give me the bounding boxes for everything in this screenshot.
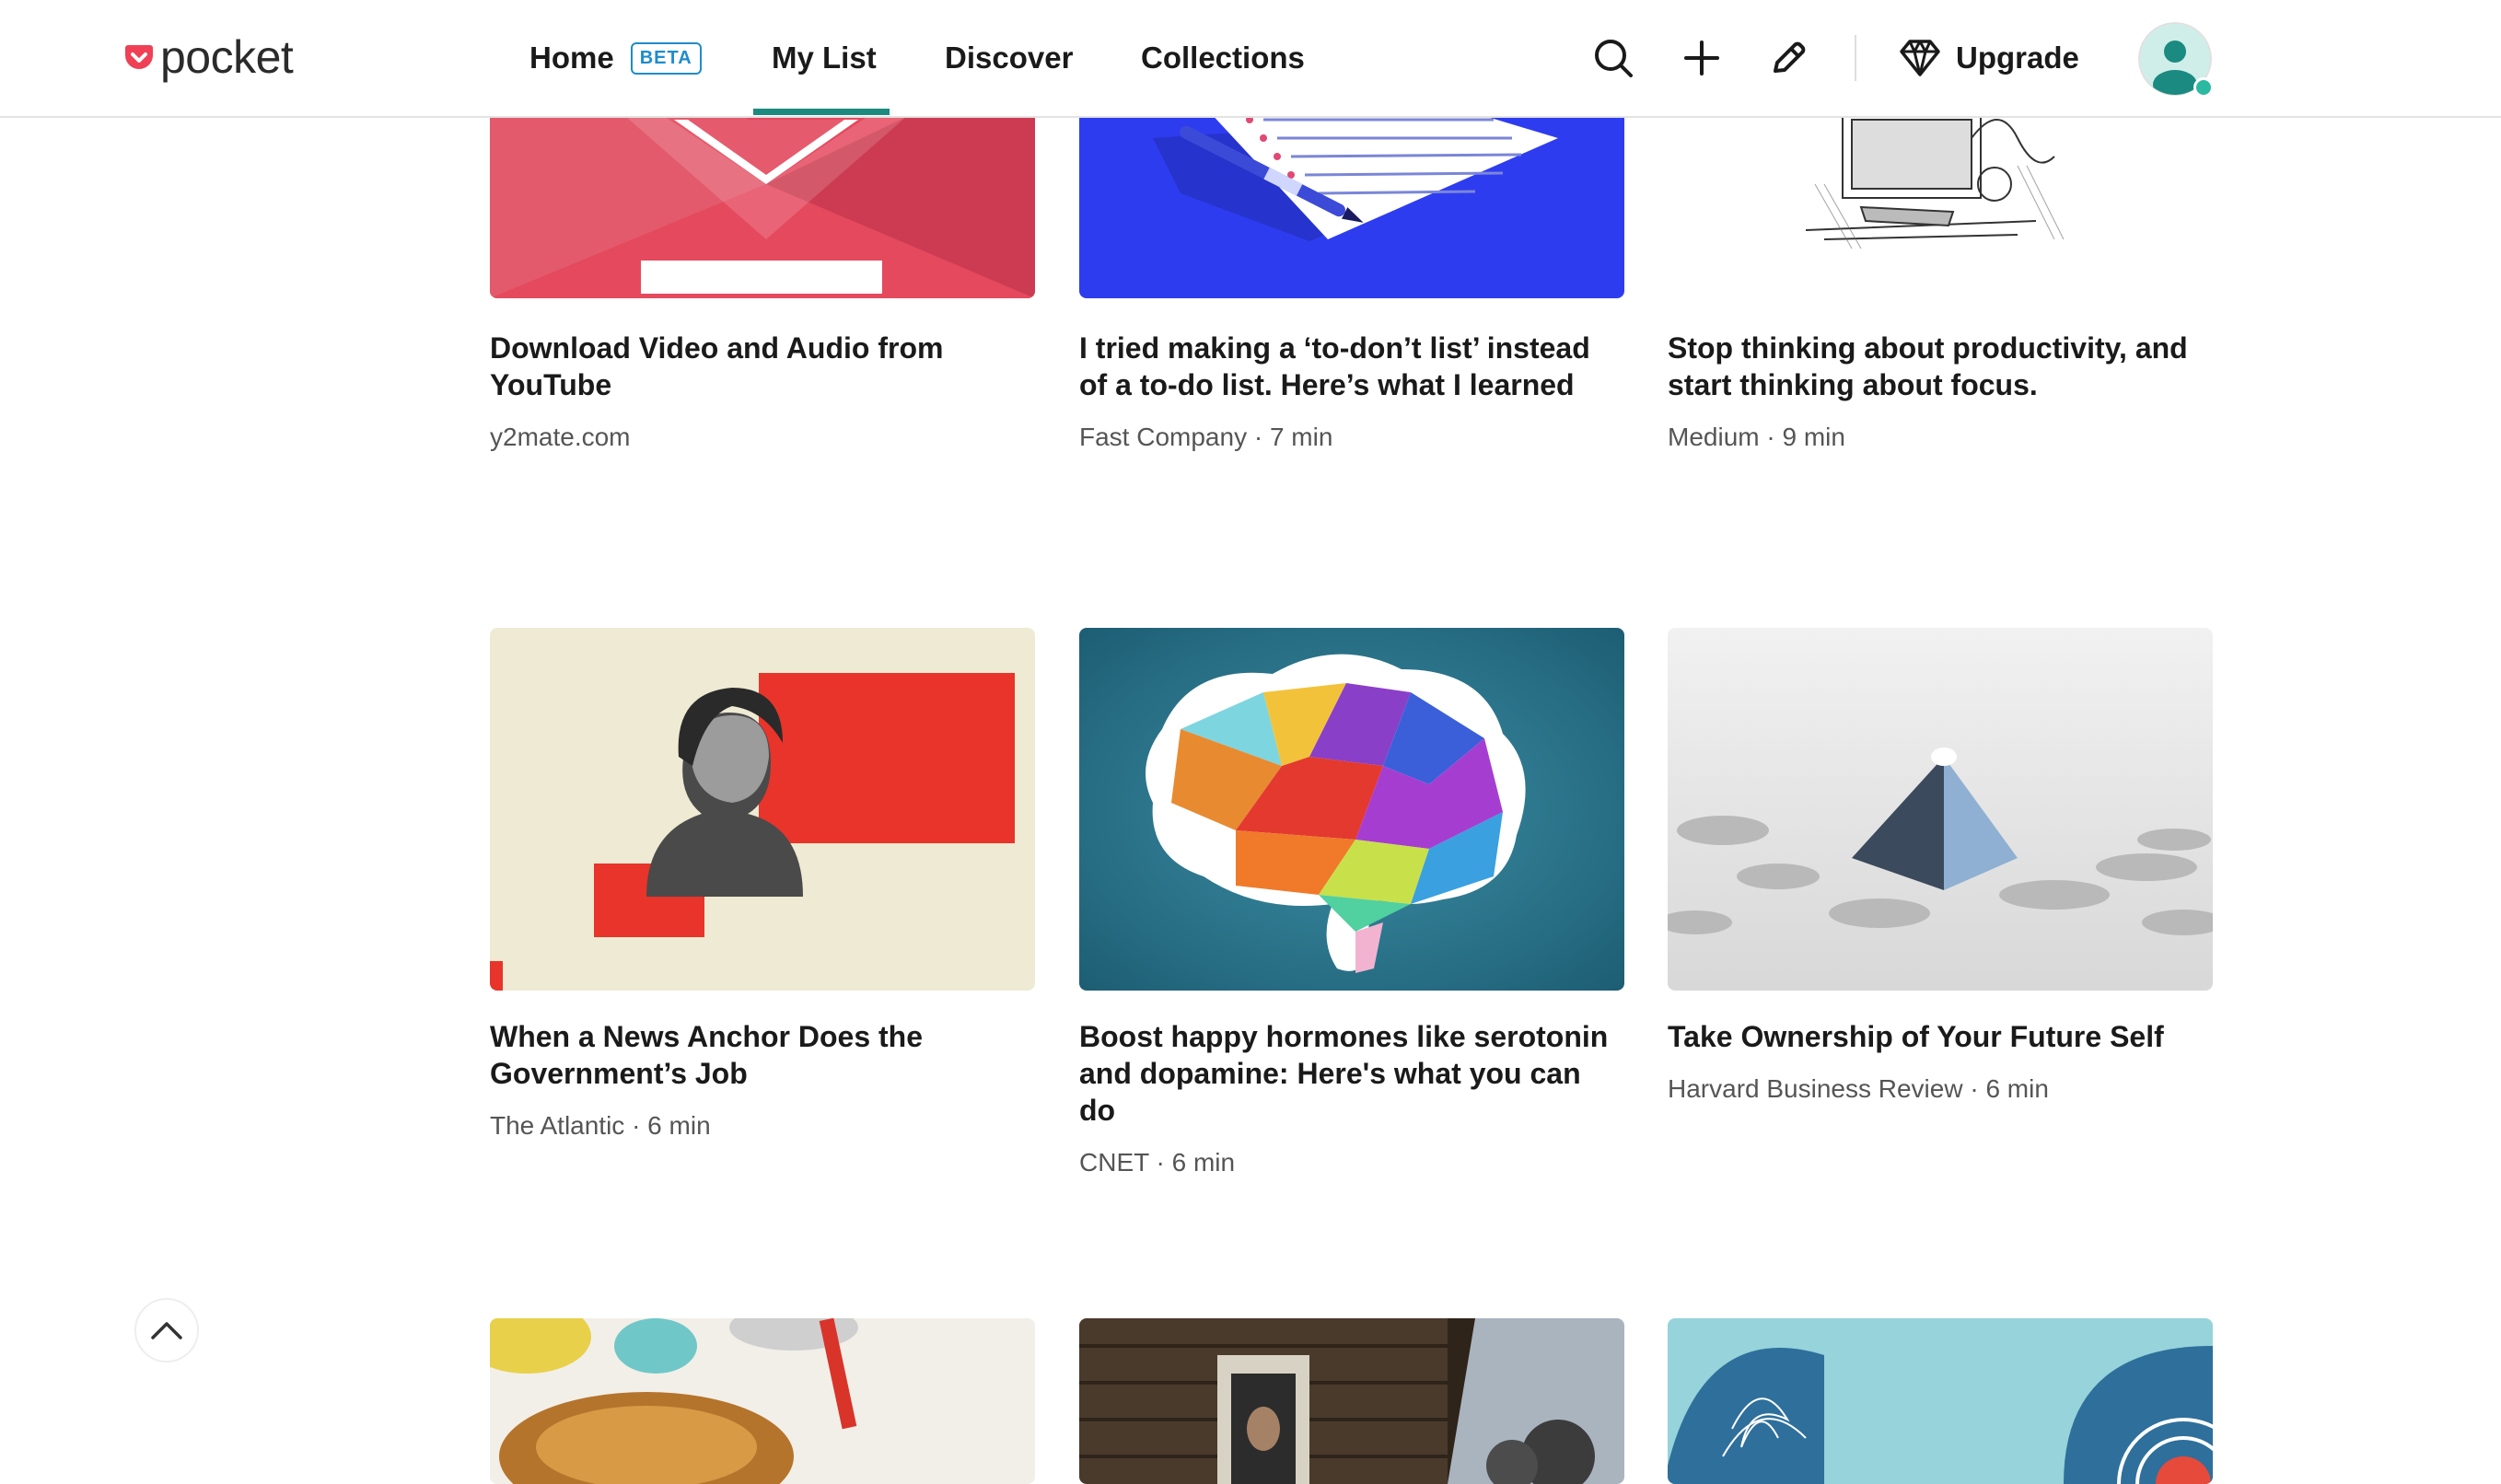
online-status-dot — [2193, 77, 2214, 98]
article-card[interactable]: Boost happy hormones like serotonin and … — [1079, 628, 1624, 1180]
article-meta: Harvard Business Review · 6 min — [1668, 1074, 2049, 1103]
article-card[interactable] — [1079, 1318, 1624, 1484]
article-title[interactable]: When a News Anchor Does the Government’s… — [490, 1018, 1035, 1092]
article-thumbnail — [1079, 1318, 1624, 1484]
article-card[interactable]: Take Ownership of Your Future Self Harva… — [1668, 628, 2213, 1143]
nav-my-list-label: My List — [772, 41, 877, 75]
nav-home-label: Home — [529, 41, 614, 75]
chevron-up-icon — [151, 1322, 182, 1339]
nav-discover[interactable]: Discover — [945, 0, 1073, 116]
article-meta: y2mate.com — [490, 423, 631, 451]
article-thumbnail — [490, 1318, 1035, 1484]
article-title[interactable]: Take Ownership of Your Future Self — [1668, 1018, 2213, 1055]
pocket-logo-icon — [125, 45, 153, 69]
scroll-to-top-button[interactable] — [134, 1298, 199, 1362]
header-divider — [1855, 35, 1856, 81]
article-thumbnail — [1668, 1318, 2213, 1484]
top-navigation-bar: pocket Home BETA My List Discover Collec… — [0, 0, 2501, 118]
article-title[interactable]: Stop thinking about productivity, and st… — [1668, 330, 2213, 403]
nav-home[interactable]: Home BETA — [529, 0, 702, 116]
diamond-icon — [1900, 40, 1940, 76]
article-thumbnail — [1079, 628, 1624, 991]
search-button[interactable] — [1586, 30, 1641, 86]
article-thumbnail — [490, 628, 1035, 991]
logo-text: pocket — [160, 31, 294, 83]
article-thumbnail — [1668, 628, 2213, 991]
article-card[interactable]: When a News Anchor Does the Government’s… — [490, 628, 1035, 1143]
nav-discover-label: Discover — [945, 41, 1074, 75]
article-card[interactable] — [490, 1318, 1035, 1484]
article-meta: Fast Company · 7 min — [1079, 423, 1333, 451]
active-tab-indicator — [753, 109, 890, 115]
article-meta: The Atlantic · 6 min — [490, 1111, 711, 1140]
article-card[interactable] — [1668, 1318, 2213, 1484]
beta-badge: BETA — [630, 41, 702, 75]
pencil-icon — [1774, 41, 1806, 73]
article-title[interactable]: I tried making a ‘to-don’t list’ instead… — [1079, 330, 1624, 403]
add-item-button[interactable] — [1674, 30, 1729, 86]
pocket-logo[interactable]: pocket — [125, 28, 294, 87]
nav-collections[interactable]: Collections — [1141, 0, 1305, 116]
article-meta: Medium · 9 min — [1668, 423, 1845, 451]
nav-my-list[interactable]: My List — [772, 0, 877, 116]
article-title[interactable]: Download Video and Audio from YouTube — [490, 330, 1035, 403]
article-title[interactable]: Boost happy hormones like serotonin and … — [1079, 1018, 1624, 1129]
plus-icon — [1684, 41, 1719, 75]
article-meta: CNET · 6 min — [1079, 1148, 1236, 1177]
upgrade-button[interactable]: Upgrade — [1899, 28, 2079, 88]
nav-collections-label: Collections — [1141, 41, 1305, 75]
upgrade-label: Upgrade — [1956, 41, 2079, 75]
bulk-edit-button[interactable] — [1761, 30, 1816, 86]
search-icon — [1595, 40, 1633, 77]
